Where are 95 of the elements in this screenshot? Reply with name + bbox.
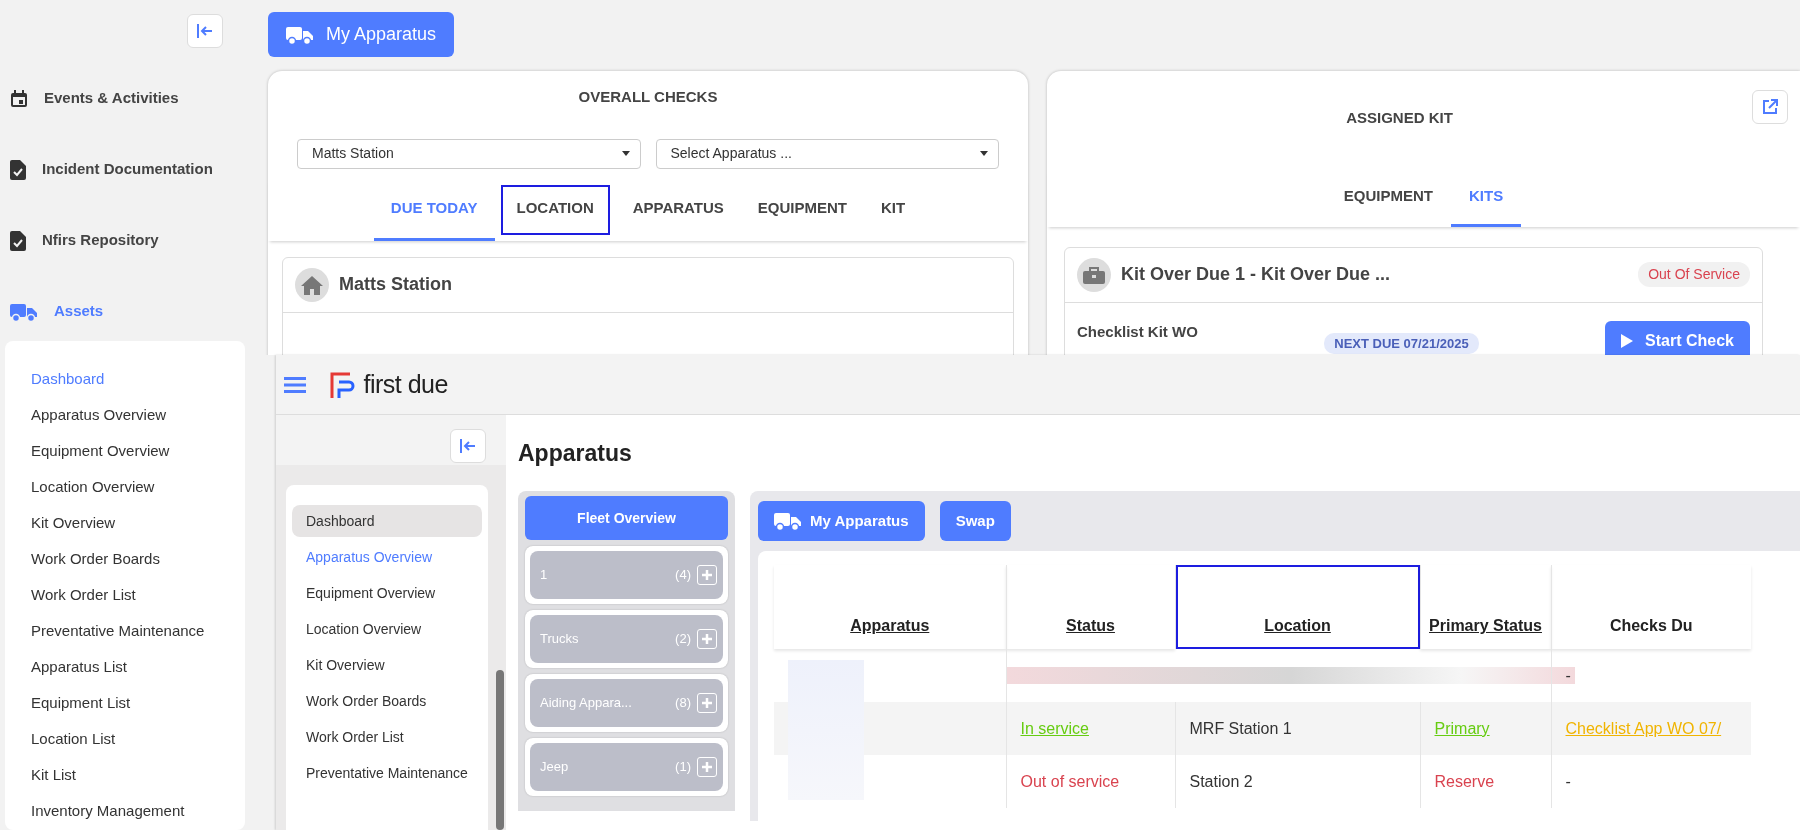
submenu-item[interactable]: Work Order List [31,577,245,613]
submenu-item[interactable]: Kit List [31,757,245,793]
fleet-overview-button[interactable]: Fleet Overview [525,496,728,541]
table-cell: Reserve [1434,772,1495,790]
submenu-item[interactable]: Location List [31,721,245,757]
tab[interactable]: KIT [864,178,923,241]
calendar-icon [10,89,28,108]
submenu-item[interactable]: Work Order Boards [292,685,482,717]
dropdown-caret-icon [621,151,630,156]
collapse-icon [459,438,477,454]
card-title: OVERALL CHECKS [577,87,719,107]
menu-icon [284,377,306,394]
collapse-icon [195,23,214,39]
house-icon [301,274,323,295]
checklist-name: Checklist Kit WO [1077,321,1198,342]
next-due-badge: NEXT DUE 07/21/2025 [1324,332,1479,354]
logo-icon [330,371,356,398]
submenu-item[interactable]: Equipment List [31,685,245,721]
tab[interactable]: DUE TODAY [373,178,495,241]
select-value: Matts Station [312,144,394,163]
submenu-item[interactable]: Dashboard [292,505,482,537]
plus-icon [702,570,712,581]
page-heading: Apparatus [518,439,633,468]
column-header[interactable]: Primary Status [1420,565,1551,650]
group-name: Trucks [540,630,580,649]
sidebar-item[interactable]: Events & Activities [5,63,245,134]
collapse-sidebar-button[interactable] [450,429,486,463]
start-check-button[interactable]: Start Check [1605,320,1750,355]
submenu-item[interactable]: Kit Overview [292,649,482,681]
submenu-item[interactable]: Location Overview [31,469,245,505]
submenu-item[interactable]: Apparatus Overview [292,541,482,573]
status-badge: Out Of Service [1638,262,1750,287]
location-select[interactable]: Matts Station [297,138,641,169]
submenu-item[interactable]: Location Overview [292,613,482,645]
submenu-item[interactable]: Inventory Management [31,793,245,829]
tab[interactable]: LOCATION [494,178,616,241]
my-apparatus-button[interactable]: My Apparatus [268,12,455,57]
sidebar-item[interactable]: Incident Documentation [5,134,245,205]
group-name: Jeep [540,758,570,777]
group-count: (8) [675,694,691,713]
open-external-button[interactable] [1752,90,1788,124]
submenu-item[interactable]: Apparatus Overview [31,397,245,433]
plus-icon [702,762,712,773]
column-header[interactable]: Checks Du [1551,565,1751,650]
external-link-icon [1762,99,1778,115]
document-check-icon [10,230,26,251]
toolbar-button[interactable]: Swap [939,501,1011,542]
column-header[interactable]: Apparatus [774,565,1006,650]
group-name: 1 [540,566,549,585]
table-cell: Station 2 [1189,772,1253,790]
column-header[interactable]: Status [1006,565,1175,650]
sidebar-item[interactable]: Nfirs Repository [5,205,245,276]
add-button[interactable] [697,565,717,586]
submenu-item[interactable]: Equipment Overview [31,433,245,469]
tab[interactable]: KITS [1451,169,1522,227]
submenu-item[interactable]: Equipment Overview [292,577,482,609]
truck-icon [774,511,802,532]
add-button[interactable] [697,629,717,650]
select-placeholder: Select Apparatus ... [670,144,792,163]
submenu-item[interactable]: Preventative Maintenance [31,613,245,649]
submenu-item[interactable]: Preventative Maintenance [292,757,482,789]
apparatus-select[interactable]: Select Apparatus ... [655,138,999,169]
submenu-item[interactable]: Work Order List [292,721,482,753]
tab[interactable]: EQUIPMENT [1325,169,1451,227]
toolbox-icon [1083,265,1105,284]
location-name: Matts Station [339,273,452,296]
group-count: (1) [675,758,691,777]
collapse-sidebar-button[interactable] [186,14,223,48]
table-cell: - [1565,772,1571,790]
dropdown-caret-icon [980,151,988,156]
truck-icon [10,301,38,322]
truck-icon [286,24,314,45]
table-cell: Out of service [1020,772,1120,790]
column-header[interactable]: Location [1175,565,1420,650]
submenu-item[interactable]: Dashboard [31,361,245,397]
brand-name: first due [363,368,448,400]
submenu-item[interactable]: Work Order Boards [31,541,245,577]
group-name: Aiding Appara... [540,694,633,713]
table-cell: - [1565,666,1571,684]
submenu-item[interactable]: Apparatus List [31,649,245,685]
play-icon [1621,333,1634,348]
add-button[interactable] [697,757,717,778]
tab[interactable]: APPARATUS [615,178,741,241]
toolbar-button[interactable]: My Apparatus [758,501,925,542]
submenu-item[interactable]: Kit Overview [31,505,245,541]
document-check-icon [10,159,26,180]
card-title: ASSIGNED KIT [1345,108,1454,128]
table-cell: MRF Station 1 [1189,719,1292,737]
group-count: (4) [675,566,691,585]
tab[interactable]: EQUIPMENT [740,178,865,241]
group-count: (2) [675,630,691,649]
plus-icon [702,698,712,709]
kit-name: Kit Over Due 1 - Kit Over Due ... [1121,263,1391,286]
add-button[interactable] [697,693,717,714]
plus-icon [702,634,712,645]
